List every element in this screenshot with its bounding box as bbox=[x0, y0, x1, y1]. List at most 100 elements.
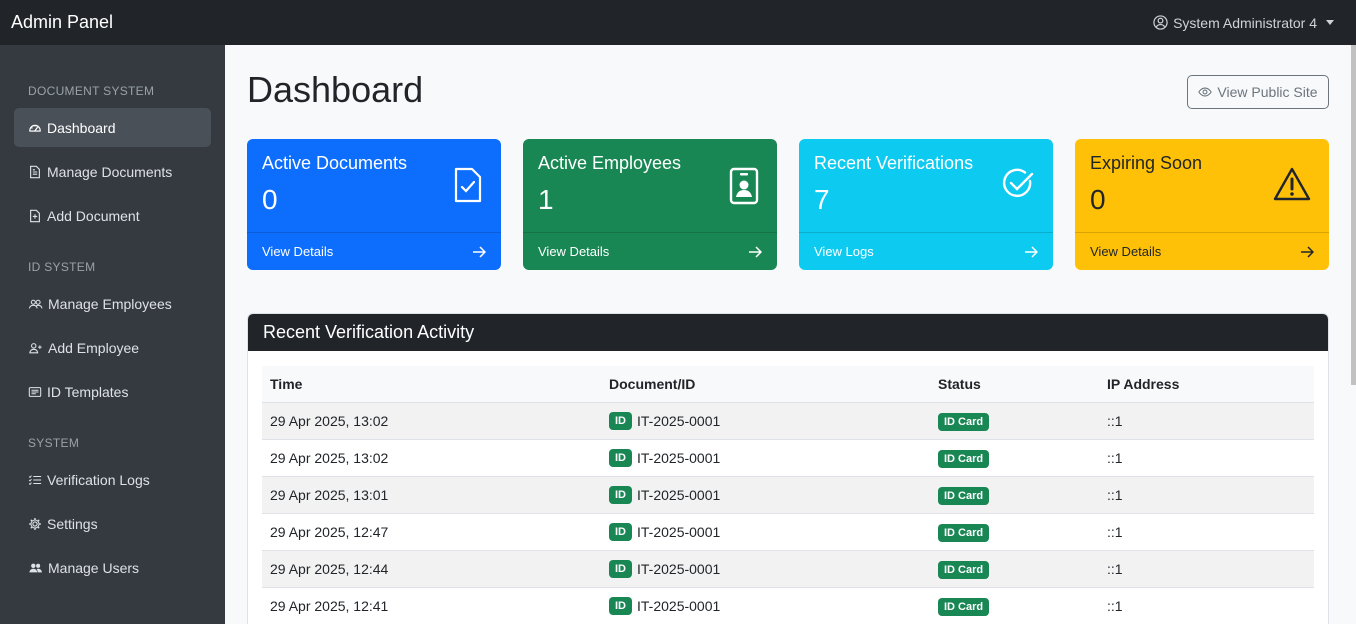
status-badge: ID Card bbox=[938, 597, 990, 616]
type-badge: ID bbox=[609, 523, 632, 541]
type-badge: ID bbox=[609, 597, 632, 615]
sidebar-item-add-employee[interactable]: Add Employee bbox=[14, 328, 211, 367]
view-public-site-button[interactable]: View Public Site bbox=[1187, 75, 1329, 109]
cell-document: ID IT-2025-0001 bbox=[609, 486, 938, 504]
list-check-icon bbox=[28, 474, 42, 485]
speedometer-icon bbox=[29, 124, 41, 132]
cell-ip: ::1 bbox=[1107, 487, 1123, 503]
cell-ip: ::1 bbox=[1107, 524, 1123, 540]
document-id: IT-2025-0001 bbox=[637, 450, 721, 466]
main-content: Dashboard View Public Site Active Docume… bbox=[225, 45, 1351, 624]
card-link-label: View Details bbox=[262, 244, 334, 259]
people-fill-icon bbox=[29, 563, 42, 572]
badge-icon bbox=[729, 167, 759, 205]
card-footer-link[interactable]: View Details bbox=[523, 232, 777, 270]
file-text-icon bbox=[30, 165, 40, 178]
card-footer-link[interactable]: View Details bbox=[247, 232, 501, 270]
brand-title[interactable]: Admin Panel bbox=[11, 12, 113, 33]
status-badge: ID Card bbox=[938, 449, 990, 468]
sidebar-item-label: Add Document bbox=[47, 207, 140, 224]
type-badge: ID bbox=[609, 412, 632, 430]
user-menu[interactable]: System Administrator 4 bbox=[1153, 15, 1334, 31]
section-heading-id-system: ID SYSTEM bbox=[28, 260, 96, 274]
sidebar-item-add-document[interactable]: Add Document bbox=[14, 196, 211, 235]
activity-table: Time Document/ID Status IP Address 29 Ap… bbox=[262, 366, 1314, 624]
sidebar-item-label: Verification Logs bbox=[47, 471, 150, 488]
sidebar-item-label: Add Employee bbox=[48, 339, 140, 356]
cell-document: ID IT-2025-0001 bbox=[609, 523, 938, 541]
arrow-right-icon bbox=[1301, 245, 1314, 258]
person-circle-icon bbox=[1153, 15, 1168, 30]
cell-time: 29 Apr 2025, 12:41 bbox=[270, 598, 389, 614]
status-badge: ID Card bbox=[938, 486, 990, 505]
person-plus-icon bbox=[29, 342, 42, 353]
document-id: IT-2025-0001 bbox=[637, 598, 721, 614]
sidebar-item-label: ID Templates bbox=[47, 383, 129, 400]
type-badge: ID bbox=[609, 486, 632, 504]
chevron-down-icon bbox=[1326, 20, 1334, 25]
column-header-ip: IP Address bbox=[1107, 376, 1180, 392]
file-check-icon bbox=[454, 167, 482, 203]
card-link-label: View Details bbox=[1090, 244, 1162, 259]
table-row[interactable]: 29 Apr 2025, 12:47 ID IT-2025-0001 ID Car… bbox=[262, 514, 1314, 551]
table-row[interactable]: 29 Apr 2025, 13:02 ID IT-2025-0001 ID Car… bbox=[262, 403, 1314, 440]
document-id: IT-2025-0001 bbox=[637, 413, 721, 429]
cell-time: 29 Apr 2025, 12:44 bbox=[270, 561, 389, 577]
card-footer-link[interactable]: View Logs bbox=[799, 232, 1053, 270]
page-title: Dashboard bbox=[247, 69, 424, 110]
stat-card-recent-verifications: Recent Verifications 7 View Logs bbox=[799, 139, 1053, 270]
sidebar-item-label: Manage Users bbox=[48, 559, 140, 576]
column-header-time: Time bbox=[270, 376, 303, 392]
stat-card-active-employees: Active Employees 1 View Details bbox=[523, 139, 777, 270]
user-name: System Administrator 4 bbox=[1173, 14, 1317, 31]
cell-ip: ::1 bbox=[1107, 561, 1123, 577]
sidebar-item-id-templates[interactable]: ID Templates bbox=[14, 372, 211, 411]
card-footer-link[interactable]: View Details bbox=[1075, 232, 1329, 270]
table-row[interactable]: 29 Apr 2025, 13:02 ID IT-2025-0001 ID Car… bbox=[262, 440, 1314, 477]
check-circle-icon bbox=[1002, 168, 1034, 197]
type-badge: ID bbox=[609, 560, 632, 578]
document-id: IT-2025-0001 bbox=[637, 524, 721, 540]
arrow-right-icon bbox=[749, 245, 762, 258]
eye-icon bbox=[1198, 87, 1213, 97]
cell-time: 29 Apr 2025, 12:47 bbox=[270, 524, 389, 540]
table-row[interactable]: 29 Apr 2025, 12:41 ID IT-2025-0001 ID Car… bbox=[262, 588, 1314, 624]
sidebar-item-label: Manage Employees bbox=[48, 295, 172, 312]
cell-ip: ::1 bbox=[1107, 598, 1123, 614]
sidebar: DOCUMENT SYSTEM Dashboard Manage Documen… bbox=[0, 45, 225, 624]
sidebar-item-dashboard[interactable]: Dashboard bbox=[14, 108, 211, 147]
sidebar-item-verification-logs[interactable]: Verification Logs bbox=[14, 460, 211, 499]
recent-activity-panel: Recent Verification Activity Time Docume… bbox=[247, 313, 1329, 624]
cell-ip: ::1 bbox=[1107, 450, 1123, 466]
people-icon bbox=[28, 299, 43, 309]
sidebar-item-manage-users[interactable]: Manage Users bbox=[14, 548, 211, 587]
cell-document: ID IT-2025-0001 bbox=[609, 560, 938, 578]
stat-card-active-documents: Active Documents 0 View Details bbox=[247, 139, 501, 270]
section-heading-system: SYSTEM bbox=[28, 436, 80, 450]
document-id: IT-2025-0001 bbox=[637, 561, 721, 577]
arrow-right-icon bbox=[473, 245, 486, 258]
sidebar-item-manage-employees[interactable]: Manage Employees bbox=[14, 284, 211, 323]
sidebar-item-label: Dashboard bbox=[47, 119, 116, 136]
card-link-label: View Logs bbox=[814, 244, 874, 259]
section-heading-document-system: DOCUMENT SYSTEM bbox=[28, 84, 155, 98]
scrollbar[interactable] bbox=[1351, 45, 1356, 385]
view-public-site-label: View Public Site bbox=[1217, 84, 1318, 100]
table-row[interactable]: 29 Apr 2025, 12:44 ID IT-2025-0001 ID Car… bbox=[262, 551, 1314, 588]
file-plus-icon bbox=[30, 209, 40, 222]
table-row[interactable]: 29 Apr 2025, 13:01 ID IT-2025-0001 ID Car… bbox=[262, 477, 1314, 514]
sidebar-item-manage-documents[interactable]: Manage Documents bbox=[14, 152, 211, 191]
cell-ip: ::1 bbox=[1107, 413, 1123, 429]
stat-card-expiring-soon: Expiring Soon 0 View Details bbox=[1075, 139, 1329, 270]
cell-time: 29 Apr 2025, 13:02 bbox=[270, 413, 389, 429]
panel-title: Recent Verification Activity bbox=[248, 314, 1328, 351]
cell-document: ID IT-2025-0001 bbox=[609, 412, 938, 430]
column-header-document: Document/ID bbox=[609, 376, 696, 392]
cell-document: ID IT-2025-0001 bbox=[609, 449, 938, 467]
top-navbar: Admin Panel System Administrator 4 bbox=[0, 0, 1356, 45]
cell-time: 29 Apr 2025, 13:02 bbox=[270, 450, 389, 466]
cell-time: 29 Apr 2025, 13:01 bbox=[270, 487, 389, 503]
sidebar-item-settings[interactable]: Settings bbox=[14, 504, 211, 543]
status-badge: ID Card bbox=[938, 412, 990, 431]
card-link-label: View Details bbox=[538, 244, 610, 259]
